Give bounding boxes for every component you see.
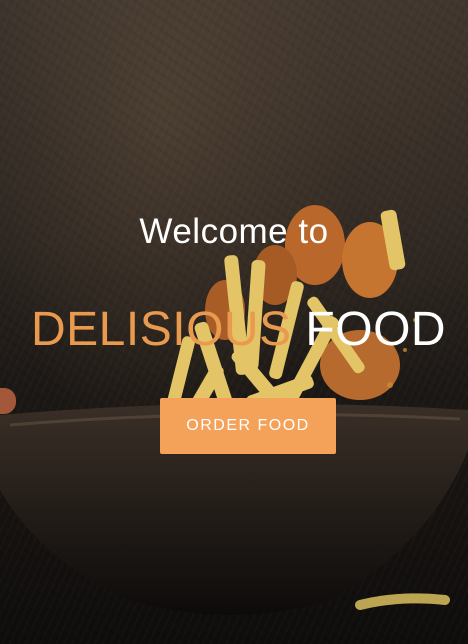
brand-title-accent: DELISIOUS [31, 303, 292, 356]
hero-section: Welcome to DELISIOUS FOOD ORDER FOOD [0, 0, 468, 644]
brand-title-rest: FOOD [305, 303, 447, 356]
order-food-button[interactable]: ORDER FOOD [160, 398, 336, 454]
welcome-heading: Welcome to [139, 212, 329, 251]
brand-title: DELISIOUS FOOD [31, 302, 446, 357]
